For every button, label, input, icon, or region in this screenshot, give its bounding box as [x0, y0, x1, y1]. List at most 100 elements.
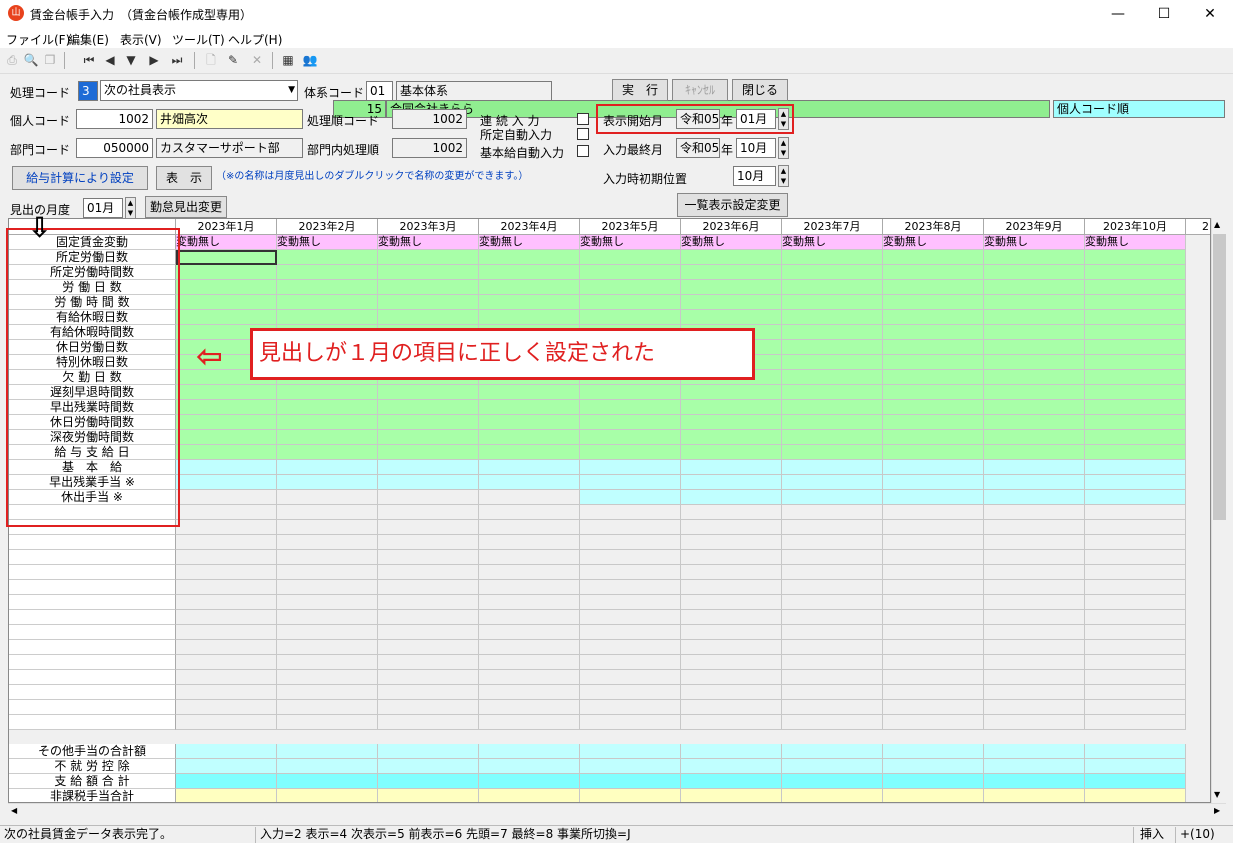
- grid-cell[interactable]: [277, 759, 378, 774]
- vertical-scrollbar[interactable]: ▲ ▼: [1211, 218, 1226, 803]
- grid-cell[interactable]: [378, 505, 479, 520]
- grid-cell[interactable]: [782, 774, 883, 789]
- grid-cell[interactable]: [984, 610, 1085, 625]
- grid-cell[interactable]: [782, 670, 883, 685]
- grid-cell[interactable]: [580, 490, 681, 505]
- grid-cell[interactable]: [378, 700, 479, 715]
- taikei-code-field[interactable]: 01: [366, 81, 393, 101]
- grid-cell[interactable]: [378, 685, 479, 700]
- grid-cell[interactable]: [782, 400, 883, 415]
- grid-cell[interactable]: [883, 700, 984, 715]
- grid-cell[interactable]: [176, 310, 277, 325]
- grid-cell[interactable]: [1085, 280, 1186, 295]
- grid-cell[interactable]: [277, 535, 378, 550]
- grid-cell[interactable]: [883, 250, 984, 265]
- grid-cell[interactable]: [984, 700, 1085, 715]
- grid-cell[interactable]: [984, 490, 1085, 505]
- grid-cell[interactable]: [378, 715, 479, 730]
- grid-cell[interactable]: [378, 295, 479, 310]
- grid-cell[interactable]: [984, 580, 1085, 595]
- grid-cell[interactable]: [984, 400, 1085, 415]
- month-header[interactable]: 2023年5月: [580, 219, 681, 235]
- month-header[interactable]: 2023年8月: [883, 219, 984, 235]
- grid-cell[interactable]: [681, 744, 782, 759]
- grid-cell[interactable]: [984, 535, 1085, 550]
- grid-cell[interactable]: [176, 759, 277, 774]
- execute-button[interactable]: 実 行: [612, 79, 668, 101]
- grid-cell[interactable]: [580, 415, 681, 430]
- grid-cell[interactable]: [378, 430, 479, 445]
- grid-cell[interactable]: [277, 580, 378, 595]
- grid-cell[interactable]: [176, 295, 277, 310]
- grid-cell[interactable]: [378, 565, 479, 580]
- grid-cell[interactable]: [176, 475, 277, 490]
- bumon-code-field[interactable]: 050000: [76, 138, 153, 158]
- grid-cell[interactable]: [984, 265, 1085, 280]
- grid-cell[interactable]: [580, 400, 681, 415]
- grid-cell[interactable]: [580, 655, 681, 670]
- grid-cell[interactable]: [782, 655, 883, 670]
- grid-cell[interactable]: [378, 490, 479, 505]
- grid-cell[interactable]: [1085, 445, 1186, 460]
- last-month-spinner[interactable]: ▲ ▼: [778, 137, 789, 159]
- grid-cell[interactable]: [782, 759, 883, 774]
- grid-cell[interactable]: [277, 265, 378, 280]
- grid-cell[interactable]: [984, 789, 1085, 802]
- grid-cell[interactable]: [984, 325, 1085, 340]
- grid-cell[interactable]: [1085, 355, 1186, 370]
- grid-cell[interactable]: [782, 295, 883, 310]
- grid-cell[interactable]: [782, 280, 883, 295]
- chevron-down-icon[interactable]: ▼: [288, 81, 295, 99]
- grid-cell[interactable]: [378, 475, 479, 490]
- grid-cell[interactable]: [479, 640, 580, 655]
- grid-cell[interactable]: [1085, 625, 1186, 640]
- menu-help[interactable]: ヘルプ(H): [228, 31, 282, 48]
- grid-cell[interactable]: [479, 774, 580, 789]
- grid-cell[interactable]: [378, 744, 479, 759]
- grid-cell[interactable]: 変動無し: [681, 235, 782, 250]
- grid-cell[interactable]: [580, 580, 681, 595]
- grid-cell[interactable]: [580, 460, 681, 475]
- grid-cell[interactable]: [782, 310, 883, 325]
- grid-cell[interactable]: [176, 580, 277, 595]
- grid-cell[interactable]: [984, 595, 1085, 610]
- grid-cell[interactable]: [277, 565, 378, 580]
- users-icon[interactable]: 👥: [301, 51, 319, 69]
- grid-cell[interactable]: [681, 310, 782, 325]
- grid-cell[interactable]: 変動無し: [984, 235, 1085, 250]
- grid-cell[interactable]: [984, 250, 1085, 265]
- grid-cell[interactable]: [479, 715, 580, 730]
- grid-cell[interactable]: [1085, 295, 1186, 310]
- grid-cell[interactable]: [883, 265, 984, 280]
- grid-cell[interactable]: [883, 445, 984, 460]
- grid-cell[interactable]: [580, 445, 681, 460]
- grid-cell[interactable]: [378, 759, 479, 774]
- month-header[interactable]: 2023年2月: [277, 219, 378, 235]
- grid-cell[interactable]: [984, 655, 1085, 670]
- grid-cell[interactable]: [1085, 789, 1186, 802]
- grid-cell[interactable]: [580, 430, 681, 445]
- grid-cell[interactable]: 変動無し: [782, 235, 883, 250]
- grid-cell[interactable]: [176, 670, 277, 685]
- grid-cell[interactable]: [984, 370, 1085, 385]
- print-icon[interactable]: ⎙: [3, 51, 21, 69]
- grid-cell[interactable]: [681, 700, 782, 715]
- grid-cell[interactable]: [580, 774, 681, 789]
- grid-cell[interactable]: [479, 744, 580, 759]
- grid-cell[interactable]: [681, 400, 782, 415]
- grid-cell[interactable]: [984, 385, 1085, 400]
- grid-cell[interactable]: [378, 460, 479, 475]
- grid-cell[interactable]: [681, 415, 782, 430]
- grid-cell[interactable]: [176, 789, 277, 802]
- scroll-left-icon[interactable]: ◀: [11, 806, 17, 815]
- grid-cell[interactable]: [782, 685, 883, 700]
- grid-cell[interactable]: [580, 550, 681, 565]
- shori-code-field[interactable]: 3: [78, 81, 98, 101]
- grid-cell[interactable]: [1085, 520, 1186, 535]
- grid-cell[interactable]: [883, 565, 984, 580]
- grid-cell[interactable]: [883, 520, 984, 535]
- grid-cell[interactable]: [479, 580, 580, 595]
- grid-cell[interactable]: [984, 280, 1085, 295]
- menu-edit[interactable]: 編集(E): [68, 31, 109, 48]
- month-header[interactable]: 2023年9月: [984, 219, 1085, 235]
